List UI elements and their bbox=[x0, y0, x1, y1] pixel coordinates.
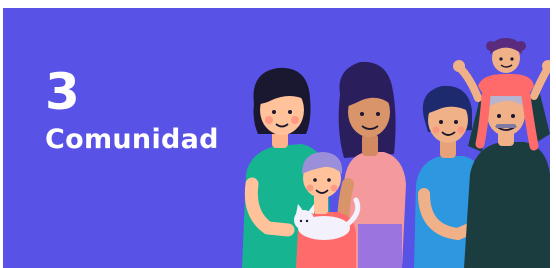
man-dark-shirt bbox=[464, 86, 550, 268]
slide-panel: 3 Comunidad bbox=[3, 8, 550, 268]
section-title: Comunidad bbox=[45, 124, 219, 155]
video-frame: 3 Comunidad bbox=[0, 0, 556, 268]
family-group-illustration bbox=[242, 38, 550, 268]
section-number: 3 bbox=[45, 63, 80, 121]
